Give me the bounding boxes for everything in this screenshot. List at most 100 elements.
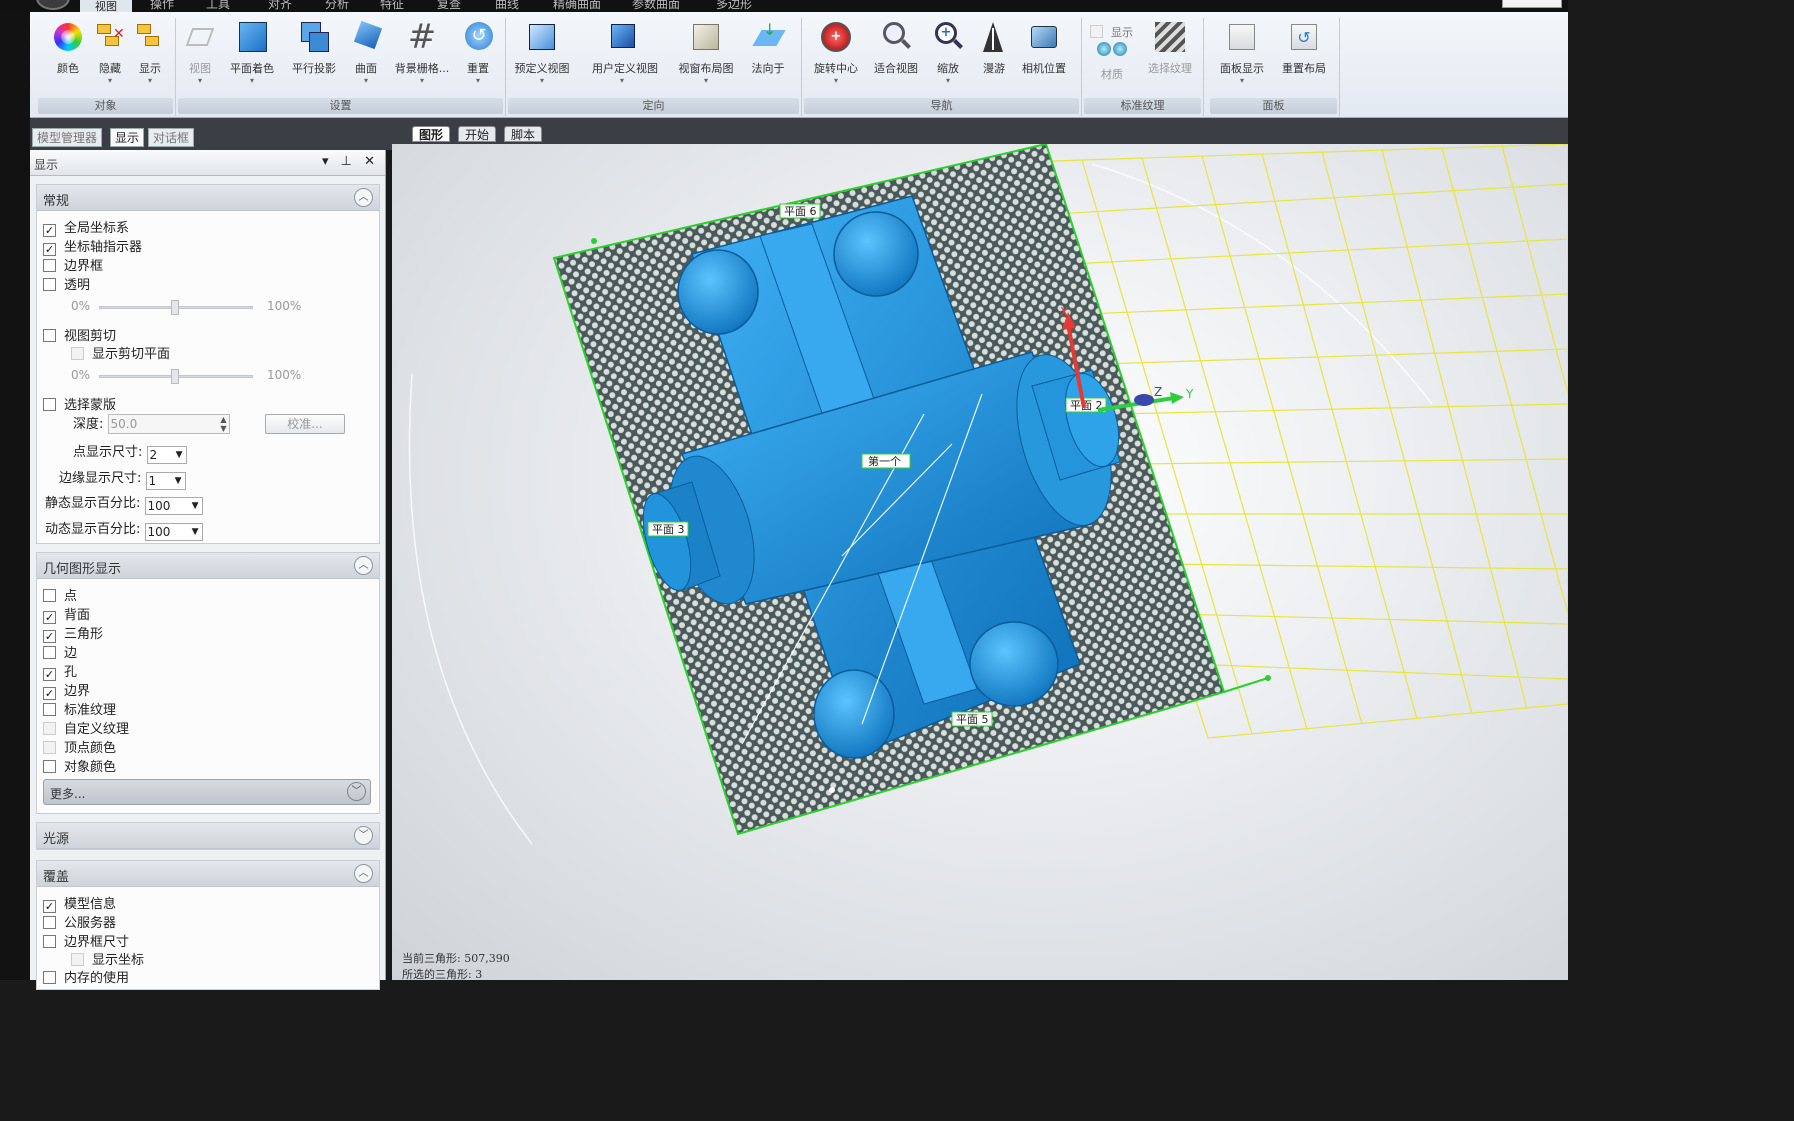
checkbox-row-point[interactable]: 点 xyxy=(43,585,77,604)
checkbox-row-transparent[interactable]: 透明 xyxy=(43,274,90,293)
section-geometry-header[interactable]: 几何图形显示 ︿ xyxy=(37,553,379,579)
texture-show-checkbox[interactable] xyxy=(1090,25,1103,38)
tab-start[interactable]: 开始 xyxy=(458,126,497,142)
checkbox-row-memory[interactable]: 内存的使用 xyxy=(43,967,129,986)
checkbox[interactable] xyxy=(43,703,56,716)
checkbox[interactable] xyxy=(43,259,56,272)
checkbox-row-custom-texture[interactable]: 自定义纹理 xyxy=(43,718,129,737)
checkbox-row-show-clip-plane[interactable]: 显示剪切平面 xyxy=(71,343,170,362)
app-menu-button[interactable] xyxy=(36,0,70,10)
checkbox[interactable] xyxy=(43,971,56,984)
checkbox[interactable] xyxy=(43,760,56,773)
fit-view-button[interactable]: 适合视图 xyxy=(866,20,926,76)
checkbox-row-axis-indicator[interactable]: ✓ 坐标轴指示器 xyxy=(43,236,142,256)
material-button[interactable]: 材质 xyxy=(1082,42,1142,82)
point-size-select[interactable]: 2 ▼ xyxy=(146,446,187,464)
surface-button[interactable]: 曲面 ▾ xyxy=(336,20,396,86)
section-overlay-header[interactable]: 覆盖 ︿ xyxy=(37,861,379,887)
panel-controls[interactable]: ▾ ⊥ ✕ xyxy=(322,154,379,169)
dynamic-pct-select[interactable]: 100 ▼ xyxy=(144,523,203,541)
edge-size-select[interactable]: 1 ▼ xyxy=(145,472,186,490)
checkbox-row-backface[interactable]: ✓ 背面 xyxy=(43,604,90,624)
collapse-icon[interactable]: ︿ xyxy=(354,188,373,207)
checkbox-row-select-mask[interactable]: 选择蒙版 xyxy=(43,394,116,413)
checkbox-row-vertex-color[interactable]: 顶点颜色 xyxy=(43,737,116,756)
collapse-icon[interactable]: ︿ xyxy=(354,864,373,883)
reset-layout-button[interactable]: ↺ 重置布局 xyxy=(1274,20,1334,76)
tab-display[interactable]: 显示 xyxy=(110,128,145,147)
static-pct-select[interactable]: 100 ▼ xyxy=(144,497,203,515)
section-general-header[interactable]: 常规 ︿ xyxy=(37,185,379,211)
slider-thumb[interactable] xyxy=(171,369,179,384)
checkbox[interactable] xyxy=(43,329,56,342)
normal-to-button[interactable]: ↓ 法向于 xyxy=(738,20,798,76)
checkbox-row-global-cs[interactable]: ✓ 全局坐标系 xyxy=(43,217,129,237)
checkbox[interactable] xyxy=(43,722,56,735)
checkbox-row-boundary[interactable]: ✓ 边界 xyxy=(43,680,90,700)
menu-tab-exact-surface[interactable]: 精确曲面 xyxy=(553,0,601,12)
menu-tab-polygon[interactable]: 多边形 xyxy=(716,0,752,12)
checkbox-row-standard-texture[interactable]: 标准纹理 xyxy=(43,699,116,718)
background-grid-button[interactable]: # 背景栅格... ▾ xyxy=(392,20,452,86)
menu-tab-operation[interactable]: 操作 xyxy=(150,0,174,12)
select-texture-button[interactable]: 选择纹理 xyxy=(1140,20,1200,76)
rotation-center-button[interactable]: + 旋转中心 ▾ xyxy=(806,20,866,86)
menu-tab-parametric-surface[interactable]: 参数曲面 xyxy=(632,0,680,12)
flat-shading-button[interactable]: 平面着色 ▾ xyxy=(222,20,282,86)
expand-icon[interactable]: ﹀ xyxy=(347,782,366,801)
checkbox[interactable] xyxy=(43,398,56,411)
checkbox-row-model-info[interactable]: ✓ 模型信息 xyxy=(43,893,116,913)
expand-icon[interactable]: ﹀ xyxy=(354,826,373,845)
panel-display-button[interactable]: 面板显示 ▾ xyxy=(1212,20,1272,86)
reset-button[interactable]: ↺ 重置 ▾ xyxy=(448,20,508,86)
checkbox[interactable] xyxy=(43,916,56,929)
checkbox[interactable] xyxy=(43,589,56,602)
depth-input[interactable]: 50.0 ▲ ▼ xyxy=(107,414,230,434)
checkbox[interactable] xyxy=(43,646,56,659)
checkbox[interactable] xyxy=(43,278,56,291)
checkbox-row-bbox-size[interactable]: 边界框尺寸 xyxy=(43,931,129,950)
menu-tab-analysis[interactable]: 分析 xyxy=(325,0,349,12)
graphics-viewport[interactable]: 平面 6 平面 2 平面 3 平面 5 第一个 X Y Z 当前三角形: 507… xyxy=(392,144,1568,980)
menu-tab-feature[interactable]: 特征 xyxy=(380,0,404,12)
checkbox[interactable] xyxy=(71,953,84,966)
parallel-projection-button[interactable]: 平行投影 xyxy=(284,20,344,76)
transparency-slider[interactable]: 0% 100% xyxy=(37,299,377,317)
checkbox-row-object-color[interactable]: 对象颜色 xyxy=(43,756,116,775)
checkbox[interactable] xyxy=(71,347,84,360)
texture-show-toggle[interactable]: 显示 xyxy=(1090,24,1133,40)
user-view-button[interactable]: 用户定义视图 ▾ xyxy=(592,20,658,86)
plane-handle[interactable] xyxy=(591,238,597,244)
more-options-bar[interactable]: 更多... ﹀ xyxy=(43,779,371,805)
checkbox-row-edge[interactable]: 边 xyxy=(43,642,77,661)
spinner-icon[interactable]: ▲ ▼ xyxy=(220,415,226,433)
checkbox-row-view-clip[interactable]: 视图剪切 xyxy=(43,325,116,344)
section-light-header[interactable]: 光源 ﹀ xyxy=(37,823,379,849)
plane-handle[interactable] xyxy=(1265,675,1271,681)
checkbox-row-show-coords[interactable]: 显示坐标 xyxy=(71,949,144,968)
menu-tab-review[interactable]: 复查 xyxy=(437,0,461,12)
checkbox-row-triangle[interactable]: ✓ 三角形 xyxy=(43,623,103,643)
scene-canvas[interactable]: 平面 6 平面 2 平面 3 平面 5 第一个 X Y Z xyxy=(392,144,1568,980)
tab-dialog[interactable]: 对话框 xyxy=(148,128,195,147)
checkbox-row-hole[interactable]: ✓ 孔 xyxy=(43,661,77,681)
viewport-layout-button[interactable]: 视窗布局图 ▾ xyxy=(676,20,736,86)
tab-script[interactable]: 脚本 xyxy=(504,126,543,142)
view-button[interactable]: 视图 ▾ xyxy=(170,20,230,86)
menu-tab-curve[interactable]: 曲线 xyxy=(495,0,519,12)
tab-graphics[interactable]: 图形 xyxy=(412,126,451,142)
checkbox[interactable] xyxy=(43,741,56,754)
camera-position-button[interactable]: 相机位置 xyxy=(1014,20,1074,76)
window-search-box[interactable] xyxy=(1502,0,1562,8)
tab-model-manager[interactable]: 模型管理器 xyxy=(32,128,103,147)
checkbox-row-bounding-box[interactable]: 边界框 xyxy=(43,255,103,274)
calibrate-button[interactable]: 校准... xyxy=(265,414,345,434)
clip-slider[interactable]: 0% 100% xyxy=(37,368,377,386)
slider-thumb[interactable] xyxy=(171,300,179,315)
menu-tab-align[interactable]: 对齐 xyxy=(268,0,292,12)
collapse-icon[interactable]: ︿ xyxy=(354,556,373,575)
predefined-view-button[interactable]: 预定义视图 ▾ xyxy=(512,20,572,86)
checkbox[interactable] xyxy=(43,935,56,948)
menu-tab-tools[interactable]: 工具 xyxy=(206,0,230,12)
checkbox-row-server[interactable]: 公服务器 xyxy=(43,912,116,931)
